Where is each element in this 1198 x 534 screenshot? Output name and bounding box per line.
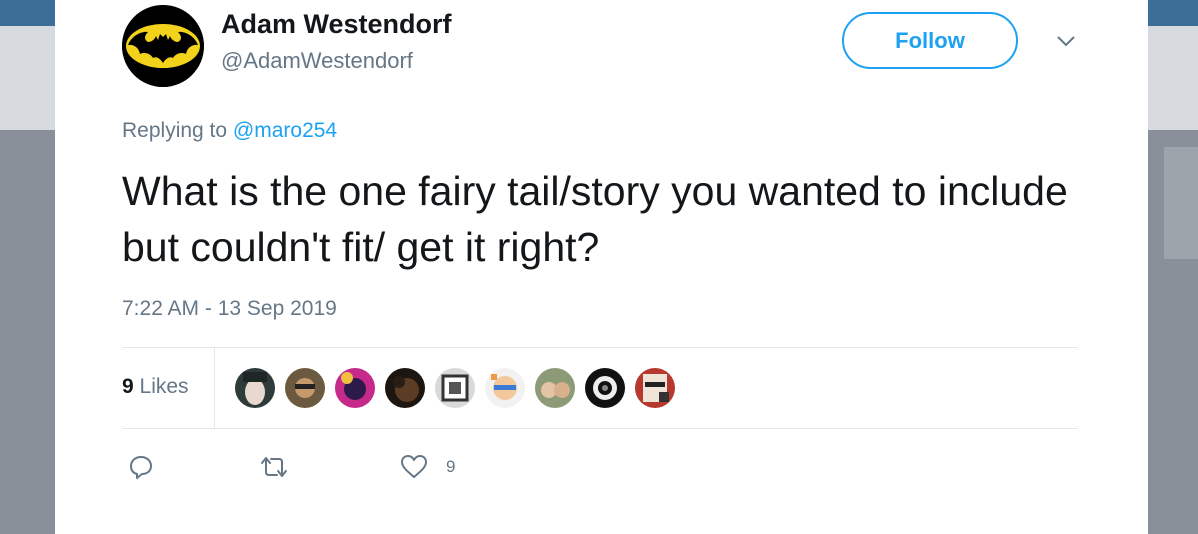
tweet-timestamp[interactable]: 7:22 AM - 13 Sep 2019 — [122, 297, 337, 321]
batman-logo-icon — [122, 5, 204, 87]
reply-icon — [130, 456, 152, 479]
divider-vertical — [214, 348, 215, 428]
like-action[interactable]: 9 — [400, 454, 455, 480]
author-avatar[interactable] — [122, 5, 204, 87]
chevron-down-icon[interactable] — [1055, 34, 1077, 48]
like-count: 9 — [446, 457, 456, 476]
liker-avatar[interactable] — [485, 368, 525, 408]
divider — [122, 347, 1078, 348]
tweet-card: Adam Westendorf @AdamWestendorf Follow R… — [55, 0, 1148, 534]
background-header-right — [1146, 0, 1198, 130]
tweet-text: What is the one fairy tail/story you wan… — [122, 168, 1068, 270]
reply-action[interactable] — [128, 454, 154, 480]
liker-avatar[interactable] — [635, 368, 675, 408]
liker-avatar[interactable] — [285, 368, 325, 408]
retweet-action[interactable] — [258, 454, 290, 480]
liker-avatar[interactable] — [535, 368, 575, 408]
author-handle[interactable]: @AdamWestendorf — [221, 48, 413, 74]
background-header-left — [0, 0, 55, 130]
divider — [122, 428, 1078, 429]
liker-avatar[interactable] — [585, 368, 625, 408]
likers-avatars — [235, 368, 685, 408]
liker-avatar[interactable] — [235, 368, 275, 408]
likes-number: 9 — [122, 375, 134, 398]
background-panel-right — [1164, 147, 1198, 259]
liker-avatar[interactable] — [385, 368, 425, 408]
author-name[interactable]: Adam Westendorf — [221, 9, 452, 40]
heart-icon — [401, 455, 427, 478]
likes-count[interactable]: 9 Likes — [122, 375, 189, 399]
likes-word: Likes — [139, 375, 189, 398]
retweet-icon — [261, 457, 287, 477]
replying-to-mention[interactable]: @maro254 — [233, 119, 337, 142]
replying-to: Replying to @maro254 — [122, 119, 337, 143]
follow-button[interactable]: Follow — [842, 12, 1018, 69]
liker-avatar[interactable] — [435, 368, 475, 408]
liker-avatar[interactable] — [335, 368, 375, 408]
replying-to-prefix: Replying to — [122, 119, 228, 142]
